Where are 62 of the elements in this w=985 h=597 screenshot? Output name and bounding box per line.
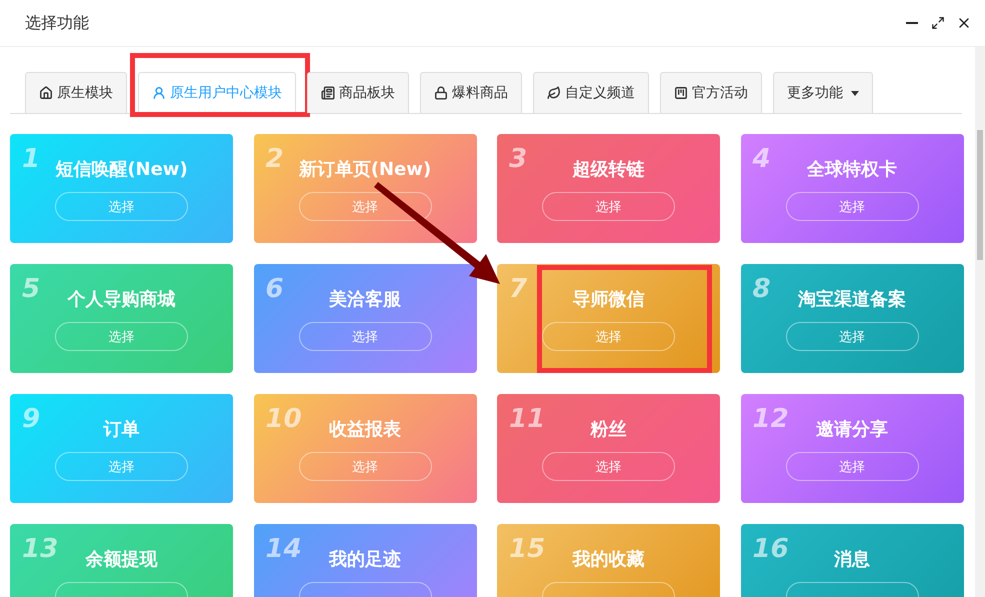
select-button[interactable]: 选择 (55, 322, 188, 351)
card-number: 7 (509, 274, 528, 304)
lock-icon (434, 86, 448, 100)
card-number: 4 (752, 144, 771, 174)
select-button[interactable]: 选择 (542, 322, 675, 351)
card-title: 粉丝 (590, 418, 626, 441)
select-button[interactable]: 选择 (786, 192, 918, 221)
card-title: 全球特权卡 (807, 158, 897, 181)
select-button[interactable]: 选择 (786, 452, 918, 481)
maximize-button[interactable] (929, 14, 947, 32)
card-title: 收益报表 (329, 418, 401, 441)
card-number: 2 (266, 144, 284, 174)
card-title: 新订单页(New) (298, 158, 432, 181)
select-button[interactable]: 选择 (298, 452, 432, 481)
card-number: 13 (22, 534, 58, 564)
card-number: 8 (752, 274, 771, 304)
select-button[interactable]: 选择 (786, 322, 918, 351)
card-title: 短信唤醒(New) (55, 158, 188, 181)
minimize-icon (906, 22, 918, 24)
card-number: 5 (22, 274, 40, 304)
window-title: 选择功能 (25, 12, 90, 34)
scrollbar-thumb[interactable] (977, 130, 983, 260)
card-title: 邀请分享 (816, 418, 888, 441)
tab[interactable]: 官方活动 (660, 72, 762, 113)
home-icon (39, 86, 53, 100)
badge-icon (674, 86, 688, 100)
select-button[interactable]: 选择 (542, 192, 675, 221)
card-title: 淘宝渠道备案 (798, 288, 906, 311)
tab[interactable]: 自定义频道 (533, 72, 649, 113)
tab[interactable]: 商品板块 (307, 72, 409, 113)
select-button[interactable]: 选择 (542, 452, 675, 481)
tab[interactable]: 更多功能 (773, 72, 873, 113)
card-title: 导师微信 (572, 288, 644, 311)
select-button[interactable]: 选择 (55, 452, 188, 481)
tab[interactable]: 原生用户中心模块 (138, 72, 296, 113)
card-number: 10 (266, 404, 302, 434)
card-title: 余额提现 (86, 548, 158, 571)
card-number: 9 (22, 404, 40, 434)
list-icon (321, 86, 335, 100)
leaf-icon (547, 86, 561, 100)
select-button[interactable]: 选择 (55, 192, 188, 221)
card-number: 16 (752, 534, 789, 564)
user-icon (152, 86, 166, 100)
maximize-icon (931, 16, 945, 30)
card-number: 15 (509, 534, 546, 564)
card-title: 订单 (104, 418, 140, 441)
card-title: 美洽客服 (329, 288, 401, 311)
card-title: 我的足迹 (329, 548, 401, 571)
card-number: 11 (509, 404, 546, 434)
card-title: 个人导购商城 (68, 288, 176, 311)
card-title: 我的收藏 (572, 548, 644, 571)
caret-icon (851, 90, 859, 96)
tab[interactable]: 爆料商品 (420, 72, 522, 113)
card-title: 超级转链 (572, 158, 644, 181)
card-number: 12 (752, 404, 789, 434)
card-number: 6 (266, 274, 284, 304)
select-button[interactable]: 选择 (298, 322, 432, 351)
card-number: 1 (22, 144, 40, 174)
tab[interactable]: 原生模块 (25, 72, 127, 113)
card-title: 消息 (834, 548, 870, 571)
card-number: 14 (266, 534, 302, 564)
card-number: 3 (509, 144, 528, 174)
